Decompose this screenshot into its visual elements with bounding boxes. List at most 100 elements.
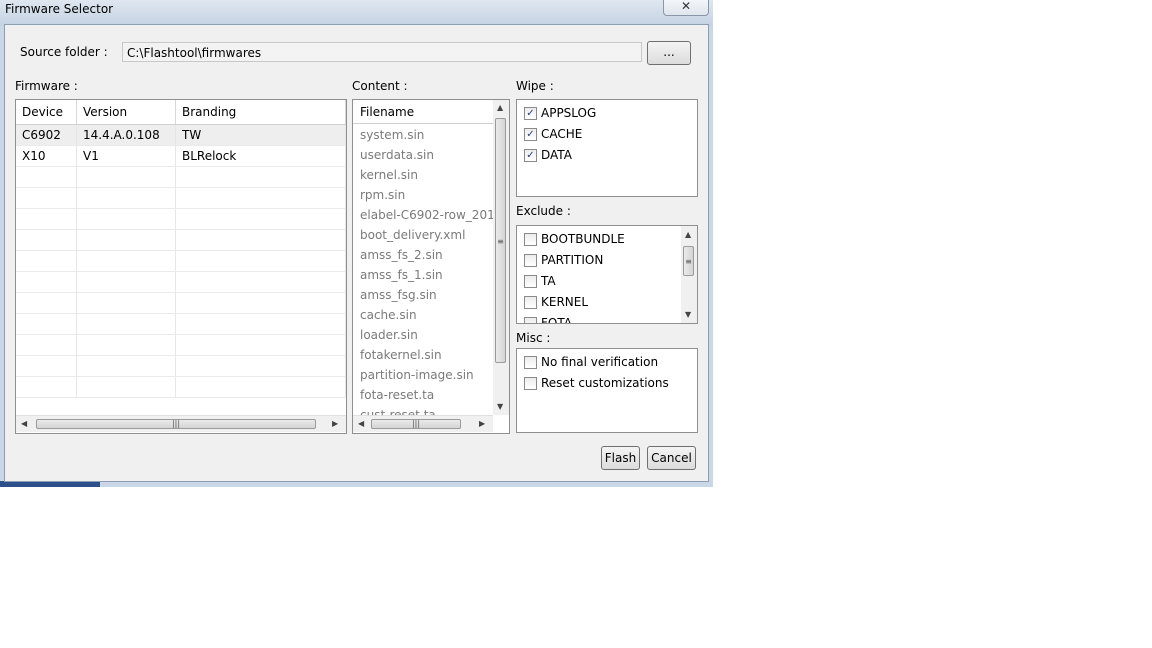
cell-version: 14.4.A.0.108 [76, 124, 176, 146]
checkbox-icon[interactable] [524, 232, 537, 246]
table-row-empty [16, 292, 346, 314]
checkbox-label: PARTITION [541, 253, 604, 267]
table-row-empty [16, 187, 346, 209]
checkbox-label: No final verification [541, 355, 659, 369]
wipe-label: Wipe : [516, 79, 554, 93]
table-row-empty [16, 313, 346, 335]
right-arrow-icon[interactable]: ▶ [479, 419, 485, 428]
list-item[interactable]: fotakernel.sin [353, 345, 493, 365]
misc-checkbox-no-final-verification[interactable]: No final verification [524, 355, 658, 369]
cell-device: X10 [16, 145, 77, 167]
misc-label: Misc : [516, 331, 551, 345]
list-item[interactable]: amss_fs_1.sin [353, 265, 493, 285]
left-arrow-icon[interactable]: ◀ [21, 419, 27, 428]
checkbox-label: FOTA [541, 316, 572, 323]
checkmark-icon[interactable]: ✓ [524, 106, 537, 120]
exclude-checkbox-bootbundle[interactable]: BOOTBUNDLE [524, 232, 625, 246]
left-arrow-icon[interactable]: ◀ [358, 419, 364, 428]
source-folder-label: Source folder : [20, 45, 108, 59]
cancel-button[interactable]: Cancel [647, 446, 696, 470]
table-row-empty [16, 250, 346, 272]
list-item[interactable]: fota-reset.ta [353, 385, 493, 405]
table-row-empty [16, 166, 346, 188]
down-arrow-icon[interactable]: ▼ [685, 310, 691, 319]
firmware-table-header: Device Version Branding [16, 100, 346, 125]
table-row-empty [16, 271, 346, 293]
list-item[interactable]: boot_delivery.xml [353, 225, 493, 245]
column-header-branding[interactable]: Branding [175, 100, 346, 125]
filename-column-header[interactable]: Filename [353, 100, 493, 124]
scrollbar-thumb[interactable]: ≡ [683, 246, 694, 276]
source-folder-input[interactable]: C:\Flashtool\firmwares [122, 42, 642, 62]
close-button[interactable]: ✕ [663, 0, 709, 16]
firmware-table-panel: Device Version Branding C6902 14.4.A.0.1… [15, 99, 347, 434]
wipe-checkbox-cache[interactable]: ✓ CACHE [524, 127, 582, 141]
checkbox-label: CACHE [541, 127, 583, 141]
browse-button[interactable]: ... [647, 41, 691, 65]
scrollbar-thumb[interactable]: ||| [371, 419, 461, 429]
window-title: Firmware Selector [5, 2, 114, 16]
column-header-device[interactable]: Device [16, 100, 77, 125]
checkmark-icon[interactable]: ✓ [524, 127, 537, 141]
exclude-checkbox-ta[interactable]: TA [524, 274, 556, 288]
close-icon: ✕ [680, 0, 692, 13]
table-row-empty [16, 376, 346, 398]
column-header-version[interactable]: Version [76, 100, 176, 125]
cell-version: V1 [76, 145, 176, 167]
title-bar: Firmware Selector ✕ [0, 0, 713, 26]
content-horizontal-scrollbar[interactable]: ◀ ||| ▶ [353, 415, 493, 432]
checkmark-icon[interactable]: ✓ [524, 148, 537, 162]
firmware-label: Firmware : [15, 79, 78, 93]
list-item[interactable]: loader.sin [353, 325, 493, 345]
table-row-empty [16, 208, 346, 230]
wipe-group: ✓ APPSLOG ✓ CACHE ✓ DATA [516, 99, 698, 197]
scrollbar-thumb[interactable]: ≡ [495, 118, 506, 363]
wipe-checkbox-appslog[interactable]: ✓ APPSLOG [524, 106, 596, 120]
checkbox-label: TA [541, 274, 556, 288]
cell-branding: BLRelock [175, 145, 346, 167]
list-item[interactable]: amss_fsg.sin [353, 285, 493, 305]
cell-branding: TW [175, 124, 346, 146]
checkbox-icon[interactable] [524, 295, 537, 309]
table-row[interactable]: X10 V1 BLRelock [16, 145, 346, 167]
exclude-checkbox-kernel[interactable]: KERNEL [524, 295, 588, 309]
table-row[interactable]: C6902 14.4.A.0.108 TW [16, 124, 346, 146]
right-arrow-icon[interactable]: ▶ [332, 419, 338, 428]
exclude-checkbox-partition[interactable]: PARTITION [524, 253, 603, 267]
checkbox-icon[interactable] [524, 274, 537, 288]
content-file-list: system.sin userdata.sin kernel.sin rpm.sin e… [353, 125, 493, 415]
list-item[interactable]: cache.sin [353, 305, 493, 325]
checkbox-icon[interactable] [524, 316, 537, 323]
checkbox-label: BOOTBUNDLE [541, 232, 625, 246]
checkbox-icon[interactable] [524, 355, 537, 369]
misc-checkbox-reset-customizations[interactable]: Reset customizations [524, 376, 669, 390]
checkbox-label: DATA [541, 148, 572, 162]
up-arrow-icon[interactable]: ▲ [497, 103, 503, 112]
list-item[interactable]: partition-image.sin [353, 365, 493, 385]
table-row-empty [16, 334, 346, 356]
content-list-panel: Filename system.sin userdata.sin kernel.si… [352, 99, 510, 434]
exclude-vertical-scrollbar[interactable]: ▲ ≡ ▼ [681, 226, 697, 323]
flash-button[interactable]: Flash [601, 446, 640, 470]
cell-device: C6902 [16, 124, 77, 146]
wipe-checkbox-data[interactable]: ✓ DATA [524, 148, 572, 162]
scrollbar-thumb[interactable]: ||| [36, 419, 316, 429]
checkbox-icon[interactable] [524, 253, 537, 267]
checkbox-icon[interactable] [524, 376, 537, 390]
down-arrow-icon[interactable]: ▼ [497, 402, 503, 411]
table-row-empty [16, 355, 346, 377]
exclude-group: BOOTBUNDLE PARTITION TA KERNEL FOTA ▲ ≡ ▼ [516, 225, 698, 324]
list-item[interactable]: rpm.sin [353, 185, 493, 205]
content-vertical-scrollbar[interactable]: ▲ ≡ ▼ [493, 100, 509, 415]
misc-group: No final verification Reset customization… [516, 348, 698, 433]
list-item[interactable]: amss_fs_2.sin [353, 245, 493, 265]
firmware-horizontal-scrollbar[interactable]: ◀ ||| ▶ [16, 415, 346, 432]
list-item[interactable]: cust-reset.ta [353, 405, 493, 415]
list-item[interactable]: kernel.sin [353, 165, 493, 185]
list-item[interactable]: system.sin [353, 125, 493, 145]
exclude-checkbox-fota[interactable]: FOTA [524, 316, 572, 323]
list-item[interactable]: elabel-C6902-row_201... [353, 205, 493, 225]
list-item[interactable]: userdata.sin [353, 145, 493, 165]
up-arrow-icon[interactable]: ▲ [685, 230, 691, 239]
firmware-table: Device Version Branding C6902 14.4.A.0.1… [16, 100, 346, 398]
